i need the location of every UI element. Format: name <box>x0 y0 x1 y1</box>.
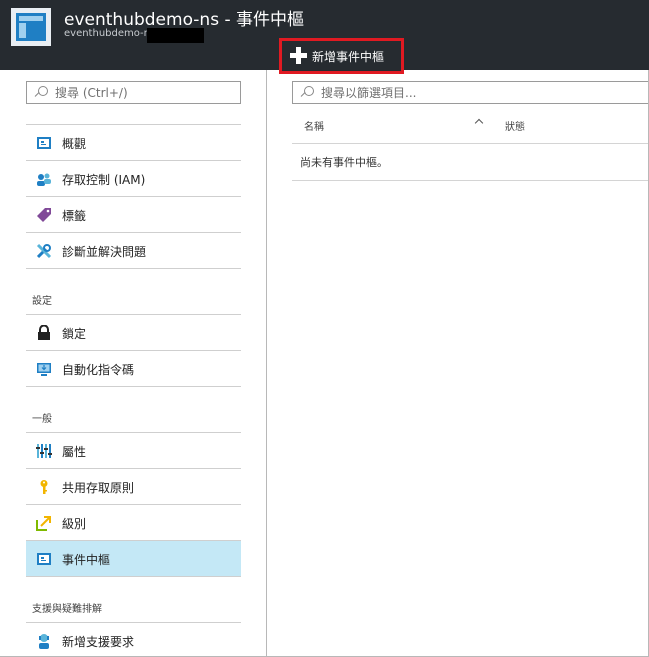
column-header-name[interactable]: 名稱 <box>304 118 324 133</box>
redacted-block <box>147 28 204 43</box>
sidebar-item-label: 級別 <box>62 517 87 531</box>
sidebar-item-label: 新增支援要求 <box>62 635 135 649</box>
section-label-general: 一般 <box>32 414 52 425</box>
table-row-divider <box>292 180 648 181</box>
event-hub-namespace-icon <box>11 8 51 46</box>
empty-table-message: 尚未有事件中樞。 <box>300 156 388 169</box>
sidebar-search[interactable] <box>26 81 241 104</box>
sidebar-item-scale[interactable]: 級別 <box>26 504 241 540</box>
key-icon <box>36 479 52 495</box>
sidebar-item-label: 共用存取原則 <box>62 481 135 495</box>
sidebar-item-tags[interactable]: 標籤 <box>26 196 241 232</box>
scale-icon <box>36 515 52 531</box>
lock-icon <box>36 324 52 341</box>
sidebar-divider <box>26 268 241 269</box>
sidebar-item-properties[interactable]: 屬性 <box>26 432 241 468</box>
sidebar-item-shared-access-policies[interactable]: 共用存取原則 <box>26 468 241 504</box>
filter-search[interactable] <box>292 81 649 104</box>
event-hub-icon <box>36 551 52 567</box>
sidebar-item-label: 事件中樞 <box>62 553 111 567</box>
plus-icon <box>290 47 307 64</box>
column-header-status[interactable]: 狀態 <box>505 118 525 133</box>
search-icon <box>35 86 48 99</box>
access-control-icon <box>36 171 52 187</box>
sidebar-item-label: 概觀 <box>62 137 87 151</box>
sidebar-item-label: 存取控制 (IAM) <box>62 173 146 187</box>
sidebar-divider <box>26 386 241 387</box>
filter-search-input[interactable] <box>321 84 641 101</box>
sidebar-search-input[interactable] <box>55 84 235 101</box>
wrench-icon <box>36 243 52 259</box>
section-label-support: 支援與疑難排解 <box>32 604 102 615</box>
sidebar-item-label: 鎖定 <box>62 327 87 341</box>
add-event-hub-button[interactable]: 新增事件中樞 <box>279 38 404 74</box>
sidebar-item-diagnose[interactable]: 診斷並解決問題 <box>26 232 241 268</box>
sidebar-item-event-hubs[interactable]: 事件中樞 <box>26 540 241 576</box>
page-subtitle: eventhubdemo-ns <box>64 28 156 39</box>
add-event-hub-label: 新增事件中樞 <box>312 50 385 64</box>
overview-icon <box>36 135 52 151</box>
sidebar-item-label: 屬性 <box>62 445 87 459</box>
sort-ascending-icon[interactable] <box>474 117 484 127</box>
sidebar-item-label: 標籤 <box>62 209 87 223</box>
page-title: eventhubdemo-ns - 事件中樞 <box>64 10 304 30</box>
sidebar-item-new-support-request[interactable]: 新增支援要求 <box>26 622 241 657</box>
sidebar-item-label: 診斷並解決問題 <box>62 245 147 259</box>
sidebar-divider <box>26 576 241 577</box>
table-header-divider <box>292 143 648 144</box>
support-request-icon <box>36 633 52 649</box>
automation-script-icon <box>36 361 52 377</box>
tag-icon <box>36 207 52 223</box>
search-icon <box>301 86 314 99</box>
sidebar-item-label: 自動化指令碼 <box>62 363 135 377</box>
sidebar-item-access-control[interactable]: 存取控制 (IAM) <box>26 160 241 196</box>
sidebar-item-automation-script[interactable]: 自動化指令碼 <box>26 350 241 386</box>
properties-icon <box>36 443 52 459</box>
sidebar-item-overview[interactable]: 概觀 <box>26 124 241 160</box>
sidebar-item-lock[interactable]: 鎖定 <box>26 314 241 350</box>
section-label-settings: 設定 <box>32 296 52 307</box>
